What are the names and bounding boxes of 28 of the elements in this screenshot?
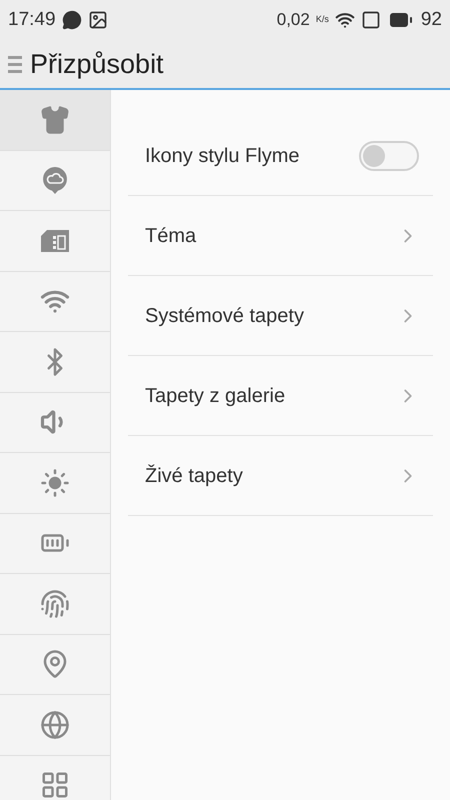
sim-card-icon — [39, 228, 71, 254]
setting-label: Systémové tapety — [145, 304, 304, 328]
page-title: Přizpůsobit — [30, 48, 164, 81]
grid-icon — [40, 770, 70, 800]
image-icon — [88, 10, 108, 30]
message-icon — [62, 10, 82, 30]
setting-label: Živé tapety — [145, 464, 243, 488]
settings-row[interactable]: Téma — [128, 196, 433, 276]
toggle-switch[interactable] — [359, 140, 419, 170]
status-time: 17:49 — [8, 8, 56, 32]
cloud-pin-icon — [40, 165, 70, 196]
globe-icon — [40, 710, 70, 740]
setting-label: Tapety z galerie — [145, 384, 286, 408]
battery-level: 92 — [420, 8, 442, 32]
sidebar-tab[interactable] — [0, 90, 110, 150]
network-speed: 0,02 — [276, 9, 310, 32]
setting-label: Téma — [145, 224, 196, 248]
speed-unit: K/s — [316, 13, 329, 26]
shirt-icon — [40, 104, 70, 135]
wifi-icon — [334, 10, 355, 30]
setting-label: Ikony stylu Flyme — [145, 144, 300, 168]
settings-row[interactable]: Tapety z galerie — [128, 356, 433, 436]
fingerprint-icon — [40, 588, 70, 619]
sun-icon — [40, 468, 70, 498]
settings-row[interactable]: Živé tapety — [128, 436, 433, 516]
menu-icon[interactable] — [8, 55, 22, 73]
settings-row[interactable]: Systémové tapety — [128, 276, 433, 356]
settings-row[interactable]: Ikony stylu Flyme — [128, 116, 433, 196]
